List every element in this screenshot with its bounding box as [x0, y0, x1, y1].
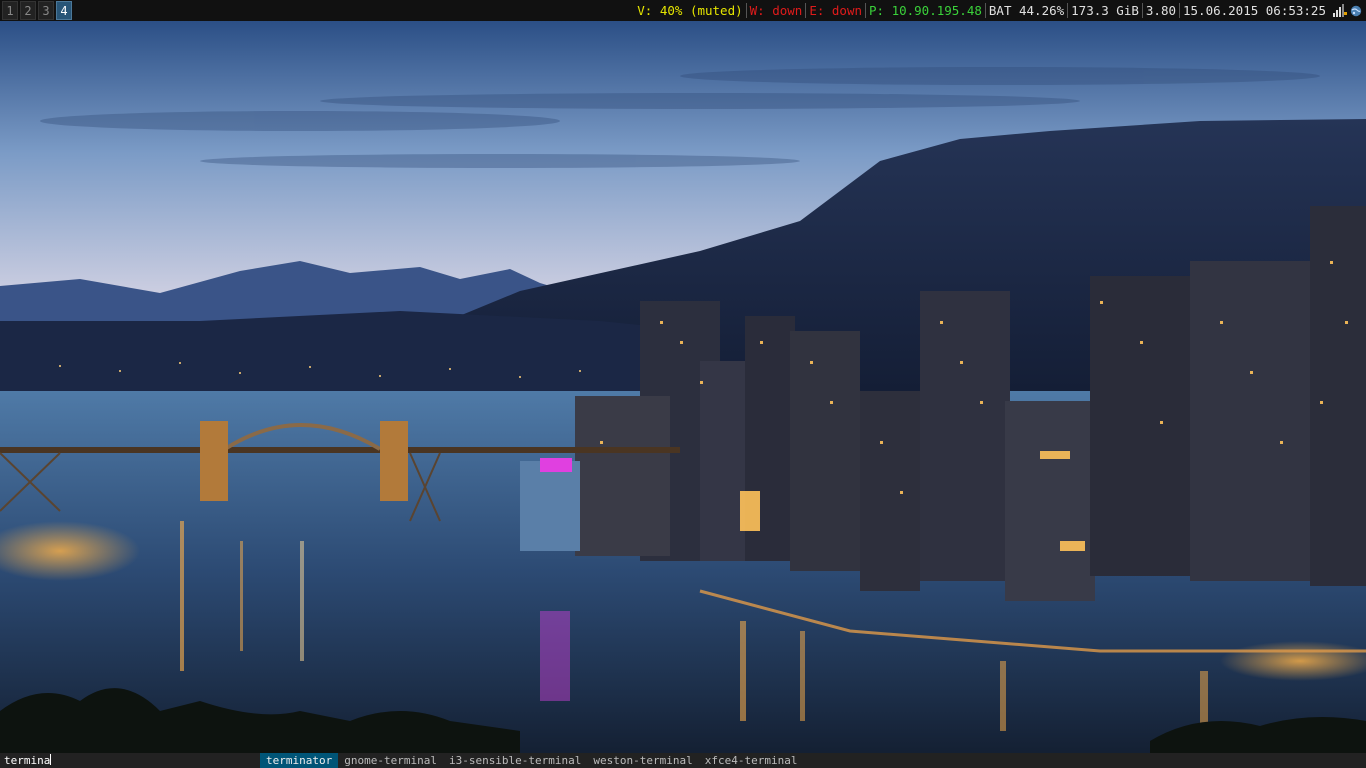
i3bar: 1 2 3 4 V: 40% (muted) W: down E: down P…	[0, 0, 1366, 21]
network-signal-icon[interactable]	[1333, 4, 1347, 17]
status-line: V: 40% (muted) W: down E: down P: 10.90.…	[634, 0, 1366, 21]
text-cursor	[50, 754, 52, 765]
vpn-status: P: 10.90.195.48	[869, 3, 982, 18]
load-status: 3.80	[1145, 3, 1176, 18]
workspace-button-1[interactable]: 1	[2, 1, 18, 20]
wifi-status: W: down	[749, 3, 803, 18]
volume-status[interactable]: V: 40% (muted)	[634, 0, 745, 21]
workspace-button-3[interactable]: 3	[38, 1, 54, 20]
desktop-wallpaper	[0, 21, 1366, 753]
app-globe-icon[interactable]	[1350, 5, 1362, 17]
dmenu-input[interactable]: termina	[0, 753, 260, 768]
dmenu-item-i3-sensible-terminal[interactable]: i3-sensible-terminal	[443, 753, 587, 768]
dmenu-item-gnome-terminal[interactable]: gnome-terminal	[338, 753, 443, 768]
system-tray	[1333, 4, 1362, 17]
battery-status: BAT 44.26%	[988, 3, 1065, 18]
dmenu-input-text: termina	[4, 754, 51, 767]
workspace-list: 1 2 3 4	[0, 0, 72, 21]
dmenu-item-terminator[interactable]: terminator	[260, 753, 339, 768]
datetime-status: 15.06.2015 06:53:25	[1183, 3, 1326, 18]
dmenu-launcher: termina terminator gnome-terminal i3-sen…	[0, 753, 1366, 768]
dmenu-item-xfce4-terminal[interactable]: xfce4-terminal	[699, 753, 804, 768]
dmenu-item-weston-terminal[interactable]: weston-terminal	[587, 753, 698, 768]
ethernet-status: E: down	[809, 3, 862, 18]
workspace-button-2[interactable]: 2	[20, 1, 36, 20]
dmenu-item-list: terminator gnome-terminal i3-sensible-te…	[260, 753, 803, 768]
workspace-button-4[interactable]: 4	[56, 1, 72, 20]
disk-status: 173.3 GiB	[1071, 3, 1139, 18]
